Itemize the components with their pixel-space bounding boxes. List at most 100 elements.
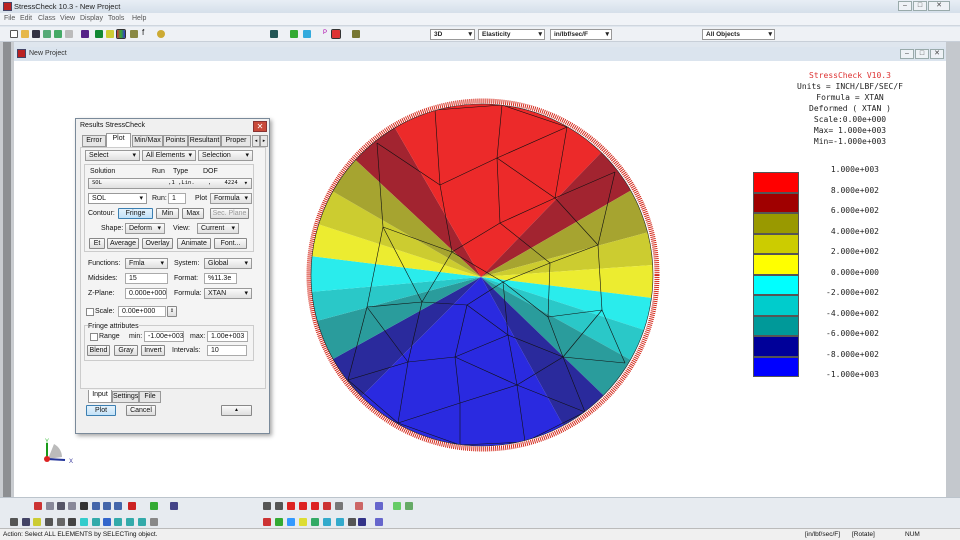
toolbar-tool-icon[interactable] [405, 502, 413, 510]
toolbar-tool-icon[interactable] [80, 518, 88, 526]
expand-button[interactable]: ▲ [221, 405, 252, 416]
toolbar-tool-icon[interactable] [150, 518, 158, 526]
cancel-button[interactable]: Cancel [126, 405, 156, 416]
toolbar-tool-icon[interactable] [358, 518, 366, 526]
toolbar-tool-icon[interactable] [34, 502, 42, 510]
toolbar-tool-icon[interactable] [263, 502, 271, 510]
toolbar-tool-icon[interactable] [393, 502, 401, 510]
toolbar-tool-icon[interactable] [114, 518, 122, 526]
min-button[interactable]: Min [156, 208, 179, 219]
toolbar-tool-icon[interactable] [150, 502, 158, 510]
midsides-input[interactable]: 15 [125, 273, 168, 284]
min-label: min: [129, 333, 143, 340]
toolbar-tool-icon[interactable] [299, 518, 307, 526]
plot-type-select[interactable]: Formula [210, 193, 252, 204]
tab-properties[interactable]: Proper [221, 135, 251, 147]
font-button[interactable]: Font... [214, 238, 247, 249]
functions-select[interactable]: Fmla [125, 258, 168, 269]
sec-plane-button[interactable]: Sec. Plane [210, 208, 249, 219]
toolbar-tool-icon[interactable] [68, 518, 76, 526]
toolbar-tool-icon[interactable] [138, 518, 146, 526]
solution-header: Solution [90, 168, 116, 175]
toolbar-tool-icon[interactable] [45, 518, 53, 526]
toolbar-tool-icon[interactable] [126, 518, 134, 526]
plot-button[interactable]: Plot [86, 405, 116, 416]
selection-select[interactable]: Selection [198, 150, 253, 161]
tab-min-max[interactable]: Min/Max [132, 135, 163, 147]
toolbar-tool-icon[interactable] [57, 502, 65, 510]
toolbar-tool-icon[interactable] [375, 518, 383, 526]
scale-checkbox[interactable] [86, 308, 94, 316]
toolbar-tool-icon[interactable] [10, 518, 18, 526]
toolbar-tool-icon[interactable] [92, 518, 100, 526]
range-max-input[interactable]: 1.00e+003 [207, 331, 248, 342]
status-units: [in/lbf/sec/F] [805, 531, 841, 538]
toolbar-tool-icon[interactable] [275, 518, 283, 526]
et-button[interactable]: Et [89, 238, 105, 249]
toolbar-tool-icon[interactable] [287, 502, 295, 510]
overlay-button[interactable]: Overlay [142, 238, 173, 249]
tab-plot[interactable]: Plot [106, 133, 131, 147]
select-mode-select[interactable]: Select [85, 150, 140, 161]
toolbar-tool-icon[interactable] [311, 502, 319, 510]
tab-scroll-right[interactable]: ▸ [260, 135, 268, 147]
range-min-input[interactable]: -1.00e+003 [144, 331, 184, 342]
toolbar-tool-icon[interactable] [170, 502, 178, 510]
toolbar-tool-icon[interactable] [263, 518, 271, 526]
tab-scroll-left[interactable]: ◂ [252, 135, 260, 147]
toolbar-tool-icon[interactable] [275, 502, 283, 510]
toolbar-tool-icon[interactable] [80, 502, 88, 510]
format-input[interactable]: %11.3e [204, 273, 237, 284]
element-scope-select[interactable]: All Elements [142, 150, 196, 161]
gray-button[interactable]: Gray [114, 345, 138, 356]
solution-select[interactable]: SOL [88, 193, 147, 204]
shape-select[interactable]: Deform [125, 223, 165, 234]
fringe-button[interactable]: Fringe [118, 208, 153, 219]
toolbar-tool-icon[interactable] [348, 518, 356, 526]
toolbar-tool-icon[interactable] [336, 518, 344, 526]
system-select[interactable]: Global [204, 258, 252, 269]
toolbar-tool-icon[interactable] [323, 502, 331, 510]
toolbar-tool-icon[interactable] [46, 502, 54, 510]
toolbar-tool-icon[interactable] [128, 502, 136, 510]
tab-error[interactable]: Error [82, 135, 106, 147]
toolbar-tool-icon[interactable] [103, 518, 111, 526]
scale-input[interactable]: 0.00e+000 [118, 306, 166, 317]
animate-button[interactable]: Animate [177, 238, 211, 249]
view-select[interactable]: Current [197, 223, 239, 234]
tab-file[interactable]: File [139, 391, 161, 403]
toolbar-tool-icon[interactable] [323, 518, 331, 526]
toolbar-tool-icon[interactable] [33, 518, 41, 526]
toolbar-tool-icon[interactable] [103, 502, 111, 510]
toolbar-tool-icon[interactable] [287, 518, 295, 526]
average-button[interactable]: Average [107, 238, 139, 249]
toolbar-tool-icon[interactable] [311, 518, 319, 526]
tab-settings[interactable]: Settings [112, 391, 139, 403]
tab-points[interactable]: Points [163, 135, 188, 147]
toolbar-tool-icon[interactable] [299, 502, 307, 510]
toolbar-tool-icon[interactable] [335, 502, 343, 510]
tab-input[interactable]: Input [88, 390, 112, 403]
toolbar-tool-icon[interactable] [355, 502, 363, 510]
tab-resultant[interactable]: Resultant [188, 135, 221, 147]
formula-select[interactable]: XTAN [204, 288, 252, 299]
toolbar-tool-icon[interactable] [92, 502, 100, 510]
legend-swatch [753, 336, 799, 357]
toolbar-tool-icon[interactable] [22, 518, 30, 526]
scale-spinner[interactable]: ⇕ [167, 306, 177, 317]
dialog-close-button[interactable]: ✕ [253, 121, 267, 132]
toolbar-tool-icon[interactable] [57, 518, 65, 526]
results-dialog: Results StressCheck ✕ Error Plot Min/Max… [75, 118, 270, 434]
range-checkbox[interactable] [90, 333, 98, 341]
intervals-label: Intervals: [172, 347, 201, 354]
intervals-input[interactable]: 10 [207, 345, 247, 356]
zplane-input[interactable]: 0.000e+000 [125, 288, 167, 299]
blend-button[interactable]: Blend [87, 345, 110, 356]
solution-list-select[interactable]: SOL ,1 ,Lin. , 4224 [88, 178, 252, 189]
toolbar-tool-icon[interactable] [68, 502, 76, 510]
toolbar-tool-icon[interactable] [375, 502, 383, 510]
max-button[interactable]: Max [182, 208, 204, 219]
invert-button[interactable]: Invert [141, 345, 165, 356]
run-input[interactable]: 1 [168, 193, 186, 204]
toolbar-tool-icon[interactable] [114, 502, 122, 510]
